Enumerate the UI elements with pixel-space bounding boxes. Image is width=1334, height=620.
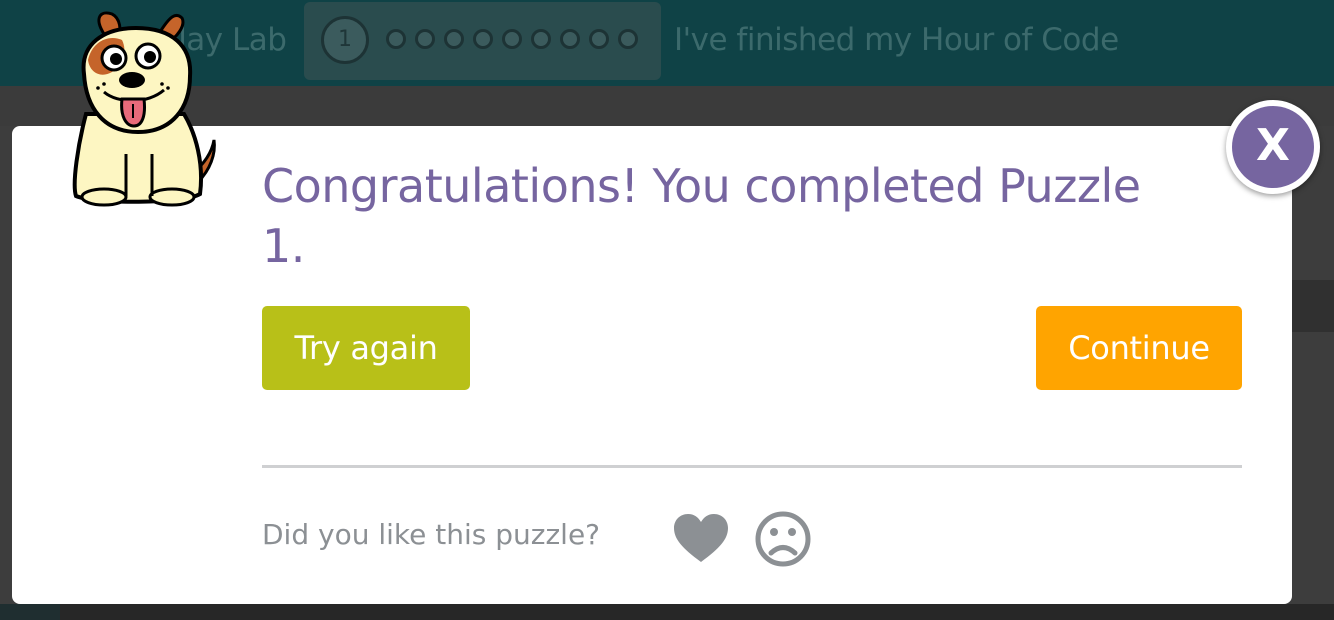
backdrop-bottom-left (0, 604, 60, 620)
progress-dot[interactable] (589, 29, 609, 49)
backdrop-band (1292, 280, 1334, 332)
try-again-button[interactable]: Try again (262, 306, 470, 390)
progress-dot[interactable] (386, 29, 406, 49)
finish-hour-of-code-link[interactable]: I've finished my Hour of Code (674, 22, 1119, 58)
backdrop-bottom (0, 604, 1334, 620)
frown-icon[interactable] (754, 510, 812, 568)
continue-button[interactable]: Continue (1036, 306, 1242, 390)
progress-dot[interactable] (415, 29, 435, 49)
dialog-heading: Congratulations! You completed Puzzle 1. (262, 159, 1141, 273)
progress-dot[interactable] (618, 29, 638, 49)
heart-icon[interactable] (672, 512, 730, 564)
close-button[interactable]: X (1226, 100, 1320, 194)
progress-dot[interactable] (473, 29, 493, 49)
progress-dot[interactable] (444, 29, 464, 49)
feedback-prompt: Did you like this puzzle? (262, 518, 601, 551)
progress-dot[interactable] (560, 29, 580, 49)
progress-current-puzzle[interactable]: 1 (321, 16, 369, 64)
close-icon: X (1232, 106, 1314, 188)
puzzle-progress: 1 (304, 2, 661, 80)
dog-mascot-icon (72, 11, 216, 207)
progress-dot[interactable] (531, 29, 551, 49)
progress-dot[interactable] (502, 29, 522, 49)
dialog-divider (262, 465, 1242, 468)
